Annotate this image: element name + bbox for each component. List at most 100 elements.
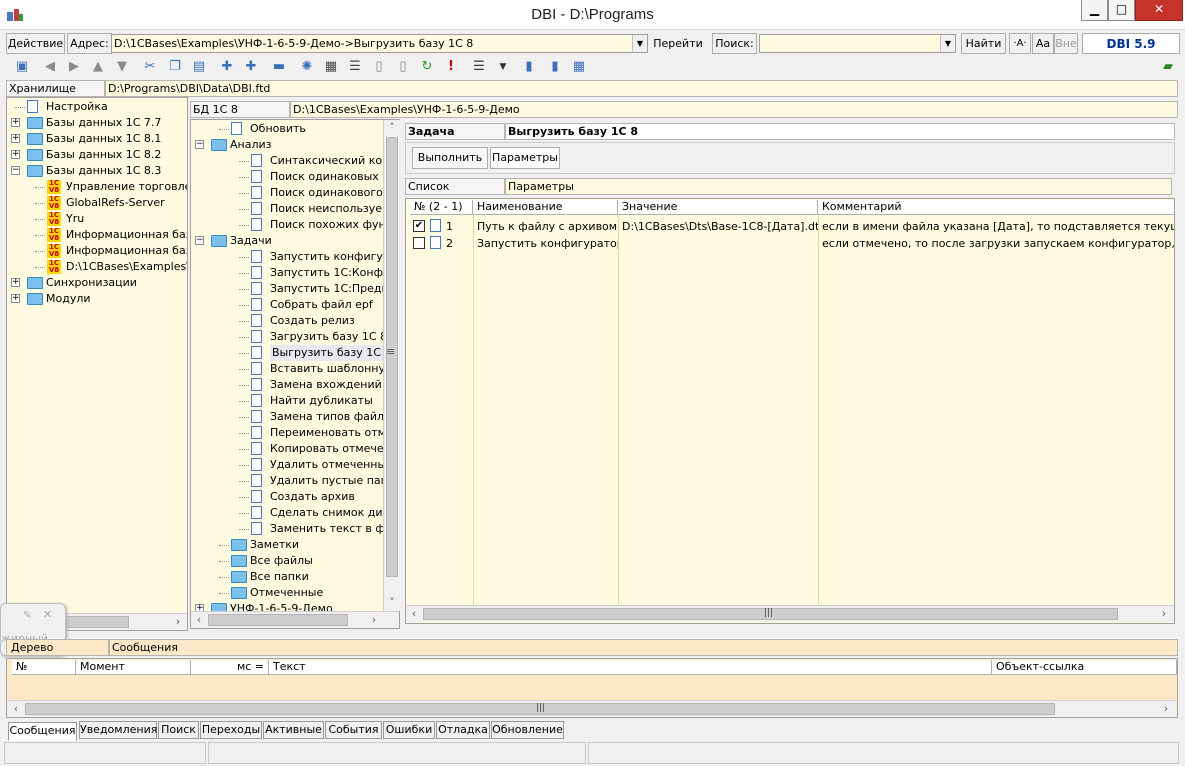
left-tree-item[interactable]: 1C V8 GlobalRefs-Server: [7, 195, 187, 211]
search-combo[interactable]: ▼: [759, 34, 956, 53]
close-button[interactable]: ✕: [1135, 0, 1183, 21]
col-header-num[interactable]: № (2 - 1): [410, 200, 473, 215]
task-tree-item[interactable]: Поиск одинакового кода: [191, 185, 399, 201]
task-tree-item[interactable]: Все папки: [191, 569, 399, 585]
task-tree-item[interactable]: Переименовать отмеченны: [191, 425, 399, 441]
chevron-down-icon[interactable]: ▼: [632, 35, 647, 52]
expand-icon[interactable]: +: [11, 134, 20, 143]
col-header-text[interactable]: Текст: [269, 660, 992, 675]
cell-value[interactable]: [618, 235, 818, 252]
tasks-tree-panel[interactable]: Обновить − Анализ Синтаксический контроль По…: [190, 119, 400, 629]
scroll-left-icon[interactable]: ‹: [406, 606, 422, 622]
collapse-icon[interactable]: −: [195, 140, 204, 149]
collapse-icon[interactable]: −: [11, 166, 20, 175]
up-icon[interactable]: ▲: [89, 58, 107, 76]
left-tree-item[interactable]: + Базы данных 1С 8.1: [7, 131, 187, 147]
doc2-icon[interactable]: ▯: [394, 58, 412, 76]
grid-icon[interactable]: ▦: [570, 58, 588, 76]
close-icon[interactable]: ✕: [43, 608, 52, 621]
splitter-grip-icon[interactable]: ≡: [386, 345, 395, 358]
tab-parameters[interactable]: Параметры: [490, 147, 560, 169]
books-icon[interactable]: ▰: [1159, 58, 1177, 76]
tab-errors[interactable]: Ошибки: [383, 721, 435, 739]
scroll-left-icon[interactable]: ‹: [8, 701, 24, 717]
cell-num[interactable]: 1: [442, 218, 472, 235]
tab-update[interactable]: Обновление: [491, 721, 564, 739]
down-icon[interactable]: ▼: [113, 58, 131, 76]
task-tree-item[interactable]: − Анализ: [191, 137, 399, 153]
font-size-button[interactable]: ·A·: [1009, 33, 1031, 54]
task-tree-item[interactable]: Все файлы: [191, 553, 399, 569]
task-tree-item[interactable]: Замена вхождений кода: [191, 377, 399, 393]
address-value[interactable]: D:\1CBases\Examples\УНФ-1-6-5-9-Демо->Вы…: [114, 37, 473, 50]
chevron-down-icon[interactable]: ▼: [940, 35, 955, 52]
left-tree-item[interactable]: + Модули: [7, 291, 187, 307]
task-tree-item[interactable]: Создать релиз: [191, 313, 399, 329]
left-tree-item[interactable]: Настройка: [7, 99, 187, 115]
scroll-right-icon[interactable]: ›: [1158, 701, 1174, 717]
scroll-thumb[interactable]: [208, 614, 348, 626]
expand-icon[interactable]: +: [11, 278, 20, 287]
task-tree-item[interactable]: Запустить 1С:Предприяти: [191, 281, 399, 297]
cell-comment[interactable]: если отмечено, то после загрузки запуска…: [818, 235, 1174, 252]
plus2-icon[interactable]: ✚: [242, 58, 260, 76]
forward-icon[interactable]: ▶: [65, 58, 83, 76]
task-tree-item[interactable]: Заметки: [191, 537, 399, 553]
keyboard-icon[interactable]: ▦: [322, 58, 340, 76]
left-tree-item[interactable]: 1CV8 Информационная база #: [7, 243, 187, 259]
tasks-tree-hscroll[interactable]: ‹ ›: [191, 611, 399, 628]
pin-icon[interactable]: ✎: [23, 610, 31, 621]
cut-icon[interactable]: ✂: [141, 58, 159, 76]
table-row[interactable]: 2 Запустить конфигуратор если отмечено, то…: [406, 235, 1174, 252]
col-header-name[interactable]: Наименование: [473, 200, 618, 215]
messages-hscroll[interactable]: ‹ ||| ›: [8, 700, 1176, 717]
row-checkbox[interactable]: ✔: [413, 220, 425, 232]
cell-value[interactable]: D:\1CBases\Dts\Base-1C8-[Дата].dt: [618, 218, 818, 235]
left-tree-item[interactable]: 1C V8 Yru: [7, 211, 187, 227]
row-checkbox[interactable]: [413, 237, 425, 249]
go-button[interactable]: Перейти: [650, 33, 706, 54]
left-tree-item[interactable]: + Базы данных 1С 8.2: [7, 147, 187, 163]
address-combo[interactable]: D:\1CBases\Examples\УНФ-1-6-5-9-Демо->Вы…: [111, 34, 648, 53]
format-icon[interactable]: ☰: [470, 58, 488, 76]
task-tree-item[interactable]: Заменить текст в файлах: [191, 521, 399, 537]
outer-button[interactable]: Вне: [1054, 33, 1078, 54]
back-icon[interactable]: ◀: [41, 58, 59, 76]
table-row[interactable]: ✔ 1 Путь к файлу с архивом D:\1CBases\Dts\B…: [406, 218, 1174, 235]
left-tree-item[interactable]: 1CV8 Управление торговлей I: [7, 179, 187, 195]
left-tree-item[interactable]: 1CV8 D:\1CBases\Examples\УН: [7, 259, 187, 275]
messages-table[interactable]: № Момент мс = Текст Объект-ссылка ‹ ||| …: [6, 658, 1178, 718]
scroll-right-icon[interactable]: ›: [170, 614, 186, 630]
column-icon[interactable]: ▮: [520, 58, 538, 76]
task-tree-item[interactable]: − Задачи: [191, 233, 399, 249]
col-header-comment[interactable]: Комментарий: [818, 200, 1174, 215]
task-tree-item[interactable]: Удалить пустые папки: [191, 473, 399, 489]
left-tree-item[interactable]: + Синхронизации: [7, 275, 187, 291]
match-case-button[interactable]: Aa: [1032, 33, 1054, 54]
maximize-button[interactable]: □: [1108, 0, 1135, 21]
task-tree-item[interactable]: Запустить конфигуратор б: [191, 249, 399, 265]
column2-icon[interactable]: ▮: [546, 58, 564, 76]
settings-icon[interactable]: ✺: [298, 58, 316, 76]
minus-icon[interactable]: ▬: [270, 58, 288, 76]
task-tree-item[interactable]: Запустить 1С:Конфигурат: [191, 265, 399, 281]
task-tree-item[interactable]: Собрать файл epf: [191, 297, 399, 313]
task-tree-item[interactable]: Сделать снимок директор: [191, 505, 399, 521]
task-tree-item[interactable]: Замена типов файлов: [191, 409, 399, 425]
expand-icon[interactable]: +: [11, 118, 20, 127]
col-header-object[interactable]: Объект-ссылка: [992, 660, 1177, 675]
col-header-value[interactable]: Значение: [618, 200, 818, 215]
action-menu-button[interactable]: Действие: [6, 33, 65, 54]
task-tree-item[interactable]: Найти дубликаты: [191, 393, 399, 409]
params-hscroll[interactable]: ‹ ||| ›: [406, 605, 1174, 622]
cell-num[interactable]: 2: [442, 235, 472, 252]
minimize-button[interactable]: ▁: [1081, 0, 1108, 21]
tasks-tree-vscroll[interactable]: ˄ ˅: [383, 120, 400, 611]
find-button[interactable]: Найти: [961, 33, 1006, 54]
left-tree-panel[interactable]: Настройка + Базы данных 1С 7.7 + Базы данных…: [6, 97, 188, 631]
scroll-up-icon[interactable]: ˄: [384, 120, 400, 136]
tab-messages[interactable]: Сообщения: [8, 722, 77, 741]
task-tree-item[interactable]: Удалить отмеченные: [191, 457, 399, 473]
task-tree-item[interactable]: Создать архив: [191, 489, 399, 505]
tab-events[interactable]: События: [325, 721, 382, 739]
